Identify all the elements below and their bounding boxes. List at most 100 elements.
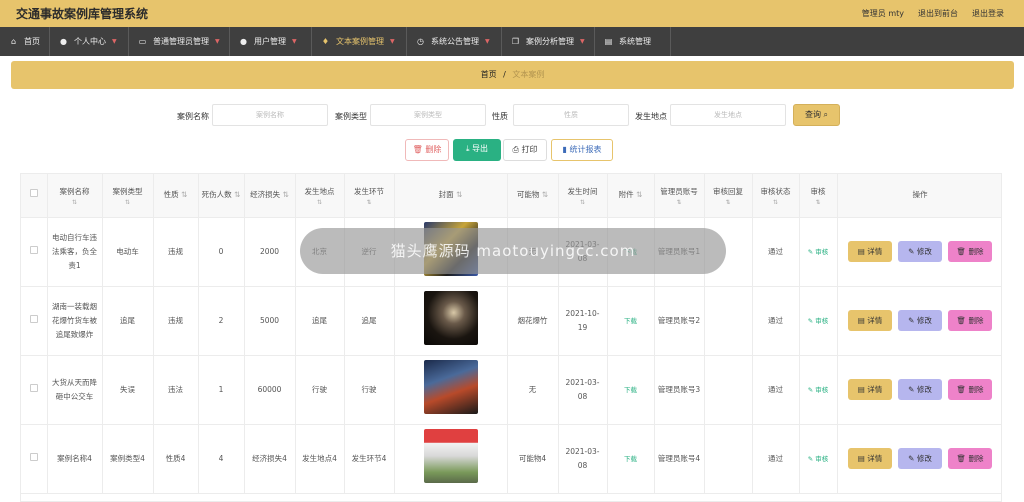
cell-loss: 经济损失4 [244, 424, 296, 494]
logout-link[interactable]: 退出登录 [972, 8, 1004, 19]
cover-image[interactable] [423, 291, 478, 345]
print-button[interactable]: ⎙ 打印 [503, 139, 547, 161]
header-attachment[interactable]: 附件 ⇅ [607, 174, 655, 218]
header-stage[interactable]: 发生环节 ⇅ [344, 174, 395, 218]
delete-button[interactable]: 🗑 删除 [948, 379, 992, 400]
header-label: 死伤人数 [201, 190, 232, 200]
review-link[interactable]: ✎ 审核 [808, 317, 829, 325]
header-item[interactable]: 可能物 ⇅ [507, 174, 559, 218]
row-checkbox[interactable] [29, 452, 38, 461]
sort-icon: ⇅ [772, 198, 779, 206]
row-checkbox[interactable] [29, 383, 38, 392]
edit-icon: ✎ [807, 454, 814, 463]
user-area: 管理员 mty 退出到前台 退出登录 [862, 8, 1004, 19]
download-link[interactable]: 下载 [624, 455, 637, 463]
select-all-checkbox[interactable] [29, 189, 38, 198]
cover-image[interactable] [423, 429, 478, 483]
cell-review: ✎ 审核 [799, 355, 838, 425]
case-name-input[interactable]: 案例名称 [212, 104, 328, 126]
header-nature[interactable]: 性质 ⇅ [153, 174, 199, 218]
case-type-label: 案例类型 [335, 112, 367, 121]
nav-label: 系统管理 [619, 37, 651, 46]
row-checkbox[interactable] [29, 245, 38, 254]
header-label: 审核状态 [760, 186, 791, 196]
search-icon: ⌕ [823, 110, 829, 119]
person-icon: ● [60, 37, 67, 46]
trash-icon: 🗑 [956, 385, 967, 394]
review-link[interactable]: ✎ 审核 [808, 386, 829, 394]
header-time[interactable]: 发生时间 ⇅ [558, 174, 608, 218]
action-bar: 🗑 删除 ⤓ 导出 ⎙ 打印 ▮ 统计报表 [0, 139, 1024, 161]
delete-label: 删除 [968, 385, 984, 394]
cell-stage: 追尾 [344, 286, 395, 356]
header-loss[interactable]: 经济损失 ⇅ [244, 174, 296, 218]
nature-input[interactable]: 性质 [513, 104, 629, 126]
cell-time: 2021-03-08 [558, 424, 608, 494]
edit-button[interactable]: ✎ 修改 [898, 241, 942, 262]
cell-admin: 管理员账号4 [654, 424, 705, 494]
edit-label: 修改 [916, 247, 932, 256]
case-type-input[interactable]: 案例类型 [370, 104, 486, 126]
review-link[interactable]: ✎ 审核 [808, 248, 829, 256]
header-admin[interactable]: 管理员账号 ⇅ [654, 174, 705, 218]
cell-review: ✎ 审核 [799, 217, 838, 287]
detail-button[interactable]: ▤ 详情 [848, 448, 892, 469]
location-input[interactable]: 发生地点 [670, 104, 786, 126]
nav-label: 普通管理员管理 [153, 37, 209, 46]
detail-button[interactable]: ▤ 详情 [848, 379, 892, 400]
edit-button[interactable]: ✎ 修改 [898, 310, 942, 331]
header-label: 管理员账号 [660, 186, 698, 196]
nav-admin-manage[interactable]: ▭ 普通管理员管理 ▼ [129, 27, 230, 56]
header-label: 案例类型 [112, 186, 143, 196]
breadcrumb-home[interactable]: 首页 [481, 70, 497, 79]
edit-label: 修改 [916, 316, 932, 325]
print-label: 打印 [521, 145, 538, 154]
row-checkbox[interactable] [29, 314, 38, 323]
delete-button[interactable]: 🗑 删除 [948, 310, 992, 331]
detail-label: 详情 [867, 385, 883, 394]
detail-button[interactable]: ▤ 详情 [848, 241, 892, 262]
cell-status: 通过 [752, 355, 800, 425]
review-link[interactable]: ✎ 审核 [808, 455, 829, 463]
header-cover[interactable]: 封面 ⇅ [394, 174, 508, 218]
detail-button[interactable]: ▤ 详情 [848, 310, 892, 331]
chevron-down-icon: ▼ [485, 38, 490, 45]
delete-button[interactable]: 🗑 删除 [948, 241, 992, 262]
row-select-cell [21, 424, 48, 494]
row-select-cell [21, 355, 48, 425]
nav-user-manage[interactable]: ● 用户管理 ▼ [230, 27, 312, 56]
nav-text-case-manage[interactable]: ♦ 文本案例管理 ▼ [312, 27, 407, 56]
cell-reply [704, 286, 753, 356]
header-review[interactable]: 审核 ⇅ [799, 174, 838, 218]
header-location[interactable]: 发生地点 ⇅ [295, 174, 345, 218]
header-label: 性质 [163, 190, 179, 200]
export-button[interactable]: ⤓ 导出 [453, 139, 501, 161]
nav-notice-manage[interactable]: ◷ 系统公告管理 ▼ [407, 27, 502, 56]
back-to-front-link[interactable]: 退出到前台 [918, 8, 958, 19]
cover-image[interactable] [423, 360, 478, 414]
nav-home[interactable]: ⌂ 首页 [0, 27, 50, 56]
nav-analysis-manage[interactable]: ❐ 案例分析管理 ▼ [502, 27, 595, 56]
stats-report-button[interactable]: ▮ 统计报表 [551, 139, 613, 161]
trash-icon: 🗑 [956, 316, 967, 325]
batch-delete-button[interactable]: 🗑 删除 [405, 139, 449, 161]
download-link[interactable]: 下载 [624, 317, 637, 325]
header-case-type[interactable]: 案例类型 ⇅ [102, 174, 154, 218]
query-button[interactable]: 查询 ⌕ [793, 104, 840, 126]
edit-button[interactable]: ✎ 修改 [898, 379, 942, 400]
download-link[interactable]: 下载 [624, 386, 637, 394]
cell-stage: 发生环节4 [344, 424, 395, 494]
clock-icon: ◷ [417, 37, 424, 46]
delete-button[interactable]: 🗑 删除 [948, 448, 992, 469]
breadcrumb-separator: / [503, 70, 506, 79]
watermark-overlay: 猫头鹰源码 maotouyingcc.com [300, 228, 726, 274]
header-status[interactable]: 审核状态 ⇅ [752, 174, 800, 218]
table-row: 案例名称4 案例类型4 性质4 4 经济损失4 发生地点4 发生环节4 可能物4… [21, 424, 1001, 494]
cell-cover [394, 286, 508, 356]
header-casualties[interactable]: 死伤人数 ⇅ [198, 174, 245, 218]
nav-personal-center[interactable]: ● 个人中心 ▼ [50, 27, 129, 56]
header-case-name[interactable]: 案例名称 ⇅ [47, 174, 103, 218]
header-reply[interactable]: 审核回复 ⇅ [704, 174, 753, 218]
nav-system-manage[interactable]: ▤ 系统管理 [595, 27, 671, 56]
edit-button[interactable]: ✎ 修改 [898, 448, 942, 469]
